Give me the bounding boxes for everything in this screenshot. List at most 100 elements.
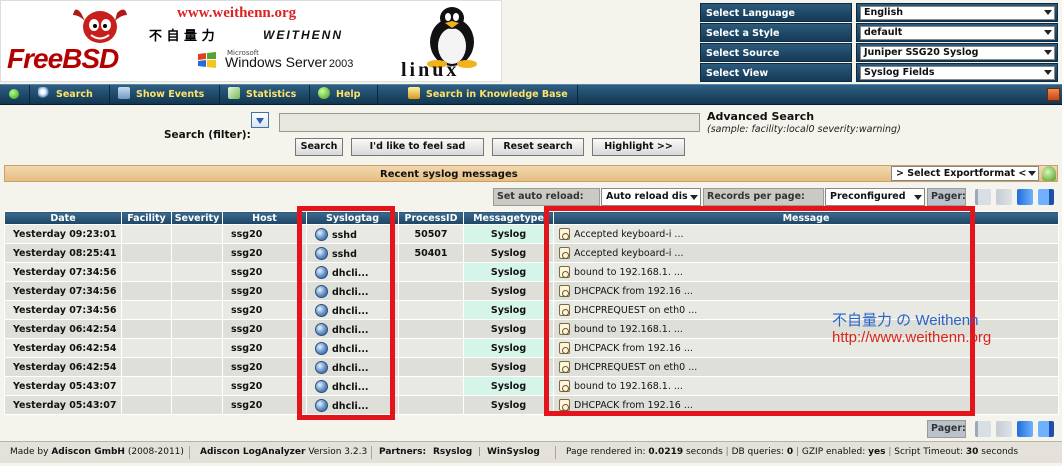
message-details-icon[interactable] [559,247,570,259]
col-facility[interactable]: Facility [121,211,172,225]
cell-date[interactable]: Yesterday 08:25:41 [4,243,122,263]
cell-date[interactable]: Yesterday 06:42:54 [4,338,122,358]
cell-severity[interactable] [171,262,223,282]
cell-date[interactable]: Yesterday 06:42:54 [4,319,122,339]
cell-syslogtag[interactable]: sshd [306,224,399,244]
cell-processid[interactable] [398,281,464,301]
cell-message[interactable]: DHCPREQUEST on eth0 ... [553,357,1059,377]
style-select[interactable]: default [856,23,1058,42]
footer-product-link[interactable]: Adiscon LogAnalyzer [200,447,305,457]
next-page-icon[interactable] [1017,421,1033,437]
cell-message[interactable]: Accepted keyboard-i ... [553,224,1059,244]
maximize-icon[interactable] [1047,88,1060,101]
message-details-icon[interactable] [559,228,570,240]
cell-syslogtag[interactable]: dhcli... [306,300,399,320]
cell-host[interactable]: ssg20 [222,224,307,244]
nav-help[interactable]: Help [310,85,378,105]
nav-statistics[interactable]: Statistics [220,85,310,105]
message-details-icon[interactable] [559,361,570,373]
cell-facility[interactable] [121,224,172,244]
last-page-icon[interactable] [1038,189,1054,205]
message-details-icon[interactable] [559,266,570,278]
cell-syslogtag[interactable]: dhcli... [306,262,399,282]
cell-message[interactable]: bound to 192.168.1. ... [553,376,1059,396]
cell-processid[interactable] [398,395,464,415]
message-details-icon[interactable] [559,304,570,316]
message-details-icon[interactable] [559,342,570,354]
cell-severity[interactable] [171,395,223,415]
message-details-icon[interactable] [559,323,570,335]
cell-messagetype[interactable]: Syslog [463,243,554,263]
col-message[interactable]: Message [553,211,1059,225]
message-details-icon[interactable] [559,285,570,297]
cell-date[interactable]: Yesterday 05:43:07 [4,376,122,396]
next-page-icon[interactable] [1017,189,1033,205]
nav-show-events[interactable]: Show Events [110,85,220,105]
cell-host[interactable]: ssg20 [222,262,307,282]
auto-reload-select[interactable]: Auto reload dis [601,188,701,206]
cell-message[interactable]: DHCPACK from 192.16 ... [553,281,1059,301]
cell-host[interactable]: ssg20 [222,243,307,263]
first-page-icon[interactable] [975,189,991,205]
records-per-page-select[interactable]: Preconfigured [825,188,925,206]
nav-knowledge-base[interactable]: Search in Knowledge Base [378,85,578,105]
cell-messagetype[interactable]: Syslog [463,224,554,244]
col-syslogtag[interactable]: Syslogtag [306,211,399,225]
message-details-icon[interactable] [559,380,570,392]
cell-facility[interactable] [121,300,172,320]
cell-processid[interactable] [398,357,464,377]
cell-date[interactable]: Yesterday 05:43:07 [4,395,122,415]
view-select[interactable]: Syslog Fields [856,63,1058,82]
footer-partner-rsyslog[interactable]: Rsyslog [433,447,472,457]
cell-processid[interactable] [398,300,464,320]
first-page-icon[interactable] [975,421,991,437]
cell-syslogtag[interactable]: dhcli... [306,338,399,358]
cell-host[interactable]: ssg20 [222,319,307,339]
previous-page-icon[interactable] [996,421,1012,437]
search-input[interactable] [279,113,700,132]
cell-syslogtag[interactable]: dhcli... [306,395,399,415]
cell-severity[interactable] [171,338,223,358]
footer-company-link[interactable]: Adiscon GmbH [51,447,125,457]
nav-search[interactable]: Search [30,85,110,105]
cell-messagetype[interactable]: Syslog [463,395,554,415]
cell-host[interactable]: ssg20 [222,376,307,396]
language-select[interactable]: English [856,3,1058,22]
cell-host[interactable]: ssg20 [222,357,307,377]
cell-processid[interactable]: 50507 [398,224,464,244]
advanced-search-link[interactable]: Advanced Search [707,110,814,123]
cell-messagetype[interactable]: Syslog [463,300,554,320]
cell-date[interactable]: Yesterday 06:42:54 [4,357,122,377]
cell-messagetype[interactable]: Syslog [463,262,554,282]
cell-host[interactable]: ssg20 [222,395,307,415]
cell-syslogtag[interactable]: dhcli... [306,281,399,301]
cell-host[interactable]: ssg20 [222,300,307,320]
search-button[interactable]: Search [295,138,343,156]
cell-date[interactable]: Yesterday 07:34:56 [4,281,122,301]
cell-facility[interactable] [121,395,172,415]
cell-facility[interactable] [121,376,172,396]
cell-severity[interactable] [171,281,223,301]
cell-processid[interactable] [398,262,464,282]
cell-severity[interactable] [171,357,223,377]
cell-facility[interactable] [121,243,172,263]
cell-facility[interactable] [121,338,172,358]
cell-facility[interactable] [121,319,172,339]
cell-message[interactable]: DHCPACK from 192.16 ... [553,395,1059,415]
cell-severity[interactable] [171,300,223,320]
cell-severity[interactable] [171,243,223,263]
export-icon[interactable] [1042,166,1056,181]
footer-partner-winsyslog[interactable]: WinSyslog [487,447,540,457]
message-details-icon[interactable] [559,399,570,411]
reset-search-button[interactable]: Reset search [492,138,584,156]
cell-messagetype[interactable]: Syslog [463,357,554,377]
feel-sad-button[interactable]: I'd like to feel sad [351,138,484,156]
search-options-dropdown[interactable] [251,112,269,128]
cell-facility[interactable] [121,281,172,301]
cell-severity[interactable] [171,319,223,339]
cell-host[interactable]: ssg20 [222,338,307,358]
cell-date[interactable]: Yesterday 07:34:56 [4,300,122,320]
cell-processid[interactable] [398,338,464,358]
col-host[interactable]: Host [222,211,307,225]
col-messagetype[interactable]: Messagetype [463,211,554,225]
